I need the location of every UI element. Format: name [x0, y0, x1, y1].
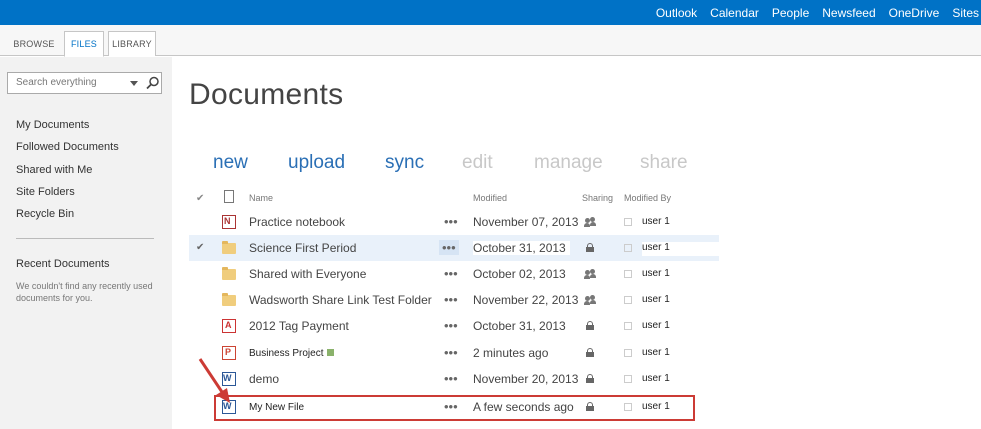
nav-shared-with-me[interactable]: Shared with Me	[16, 164, 92, 176]
annotation-arrow-icon	[198, 358, 230, 403]
file-type-header-icon	[224, 190, 234, 203]
search-scope-dropdown-icon[interactable]	[130, 81, 138, 86]
shared-people-icon	[584, 217, 597, 227]
private-lock-icon	[586, 374, 594, 383]
modified-date: October 02, 2013	[473, 267, 566, 281]
recent-documents-message: We couldn't find any recently used docum…	[16, 281, 153, 303]
shared-people-icon	[584, 295, 597, 305]
row-checkbox[interactable]	[624, 349, 632, 357]
row-checkbox[interactable]	[624, 375, 632, 383]
file-name-link[interactable]: Wadsworth Share Link Test Folder	[249, 293, 432, 307]
modified-by-user[interactable]: user 1	[642, 242, 720, 256]
more-options-icon[interactable]: •••	[444, 266, 458, 281]
file-name-link[interactable]: 2012 Tag Payment	[249, 319, 349, 333]
column-header-modified[interactable]: Modified	[473, 193, 507, 203]
suite-link-onedrive[interactable]: OneDrive	[889, 6, 940, 20]
private-lock-icon	[586, 348, 594, 357]
modified-date: November 07, 2013	[473, 215, 579, 229]
table-row[interactable]: Wadsworth Share Link Test Folder ••• Nov…	[189, 287, 719, 313]
ribbon: BROWSE FILES LIBRARY	[0, 25, 981, 57]
nav-recycle-bin[interactable]: Recycle Bin	[16, 208, 74, 220]
suite-link-calendar[interactable]: Calendar	[710, 6, 759, 20]
tab-files[interactable]: FILES	[64, 31, 104, 57]
modified-by-user[interactable]: user 1	[642, 294, 676, 305]
tab-library[interactable]: LIBRARY	[108, 31, 156, 56]
table-row[interactable]: Business Project ••• 2 minutes ago user …	[189, 340, 719, 366]
upload-button[interactable]: upload	[288, 152, 345, 174]
table-row[interactable]: 2012 Tag Payment ••• October 31, 2013 us…	[189, 313, 719, 339]
suite-links: Outlook Calendar People Newsfeed OneDriv…	[643, 0, 979, 25]
file-name-link[interactable]: Shared with Everyone	[249, 267, 366, 281]
onenote-file-icon	[222, 215, 236, 229]
new-button[interactable]: new	[213, 152, 248, 174]
left-navigation: Search everything My Documents Followed …	[0, 57, 172, 429]
more-options-icon[interactable]: •••	[439, 240, 459, 255]
folder-icon	[222, 267, 236, 280]
nav-followed-documents[interactable]: Followed Documents	[16, 141, 119, 153]
file-name-link[interactable]: Business Project	[249, 348, 323, 359]
row-selected-checkmark-icon[interactable]: ✔	[196, 242, 204, 253]
more-options-icon[interactable]: •••	[444, 214, 458, 229]
edit-button[interactable]: edit	[462, 152, 493, 174]
private-lock-icon	[586, 243, 594, 252]
table-row[interactable]: ✔ Science First Period ••• October 31, 2…	[189, 235, 720, 261]
suite-link-newsfeed[interactable]: Newsfeed	[822, 6, 875, 20]
suite-bar: Outlook Calendar People Newsfeed OneDriv…	[0, 0, 981, 25]
select-all-checkmark-icon[interactable]: ✔	[196, 193, 204, 204]
column-header-modified-by[interactable]: Modified By	[624, 193, 671, 203]
file-name-link[interactable]: demo	[249, 372, 279, 386]
share-button[interactable]: share	[640, 152, 688, 174]
more-options-icon[interactable]: •••	[444, 345, 458, 360]
table-row[interactable]: Practice notebook ••• November 07, 2013 …	[189, 209, 719, 235]
row-checkbox[interactable]	[624, 270, 632, 278]
table-row[interactable]: Shared with Everyone ••• October 02, 201…	[189, 261, 719, 287]
row-checkbox[interactable]	[624, 218, 632, 226]
more-options-icon[interactable]: •••	[444, 292, 458, 307]
new-item-badge-icon	[327, 349, 334, 356]
search-icon[interactable]	[146, 76, 160, 90]
modified-date: October 31, 2013	[473, 241, 570, 255]
more-options-icon[interactable]: •••	[444, 371, 458, 386]
column-header-sharing[interactable]: Sharing	[582, 193, 613, 203]
modified-date: November 22, 2013	[473, 293, 579, 307]
sync-button[interactable]: sync	[385, 152, 424, 174]
nav-divider	[16, 238, 154, 239]
column-header-name[interactable]: Name	[249, 193, 273, 203]
table-row[interactable]: demo ••• November 20, 2013 user 1	[189, 366, 719, 392]
folder-icon	[222, 293, 236, 306]
manage-button[interactable]: manage	[534, 152, 603, 174]
nav-my-documents[interactable]: My Documents	[16, 119, 89, 131]
recent-documents-heading: Recent Documents	[16, 258, 110, 270]
folder-icon	[222, 241, 236, 254]
suite-link-people[interactable]: People	[772, 6, 809, 20]
suite-link-outlook[interactable]: Outlook	[656, 6, 697, 20]
row-checkbox[interactable]	[624, 322, 632, 330]
file-name-link[interactable]: Practice notebook	[249, 215, 345, 229]
suite-link-sites[interactable]: Sites	[952, 6, 979, 20]
private-lock-icon	[586, 321, 594, 330]
file-name-link[interactable]: Science First Period	[249, 241, 356, 255]
modified-by-user[interactable]: user 1	[642, 320, 676, 331]
highlight-annotation-box	[214, 395, 695, 421]
search-input[interactable]: Search everything	[16, 77, 97, 88]
row-checkbox[interactable]	[624, 296, 632, 304]
pdf-file-icon	[222, 319, 236, 333]
modified-by-user[interactable]: user 1	[642, 347, 676, 358]
modified-date: October 31, 2013	[473, 319, 566, 333]
tab-browse[interactable]: BROWSE	[8, 31, 60, 56]
shared-people-icon	[584, 269, 597, 279]
nav-site-folders[interactable]: Site Folders	[16, 186, 75, 198]
more-options-icon[interactable]: •••	[444, 318, 458, 333]
modified-by-user[interactable]: user 1	[642, 268, 676, 279]
modified-date: 2 minutes ago	[473, 346, 549, 360]
modified-by-user[interactable]: user 1	[642, 216, 676, 227]
modified-by-user[interactable]: user 1	[642, 373, 676, 384]
search-box[interactable]: Search everything	[7, 72, 162, 94]
modified-date: November 20, 2013	[473, 372, 579, 386]
row-checkbox[interactable]	[624, 244, 632, 252]
page-title: Documents	[189, 78, 344, 111]
